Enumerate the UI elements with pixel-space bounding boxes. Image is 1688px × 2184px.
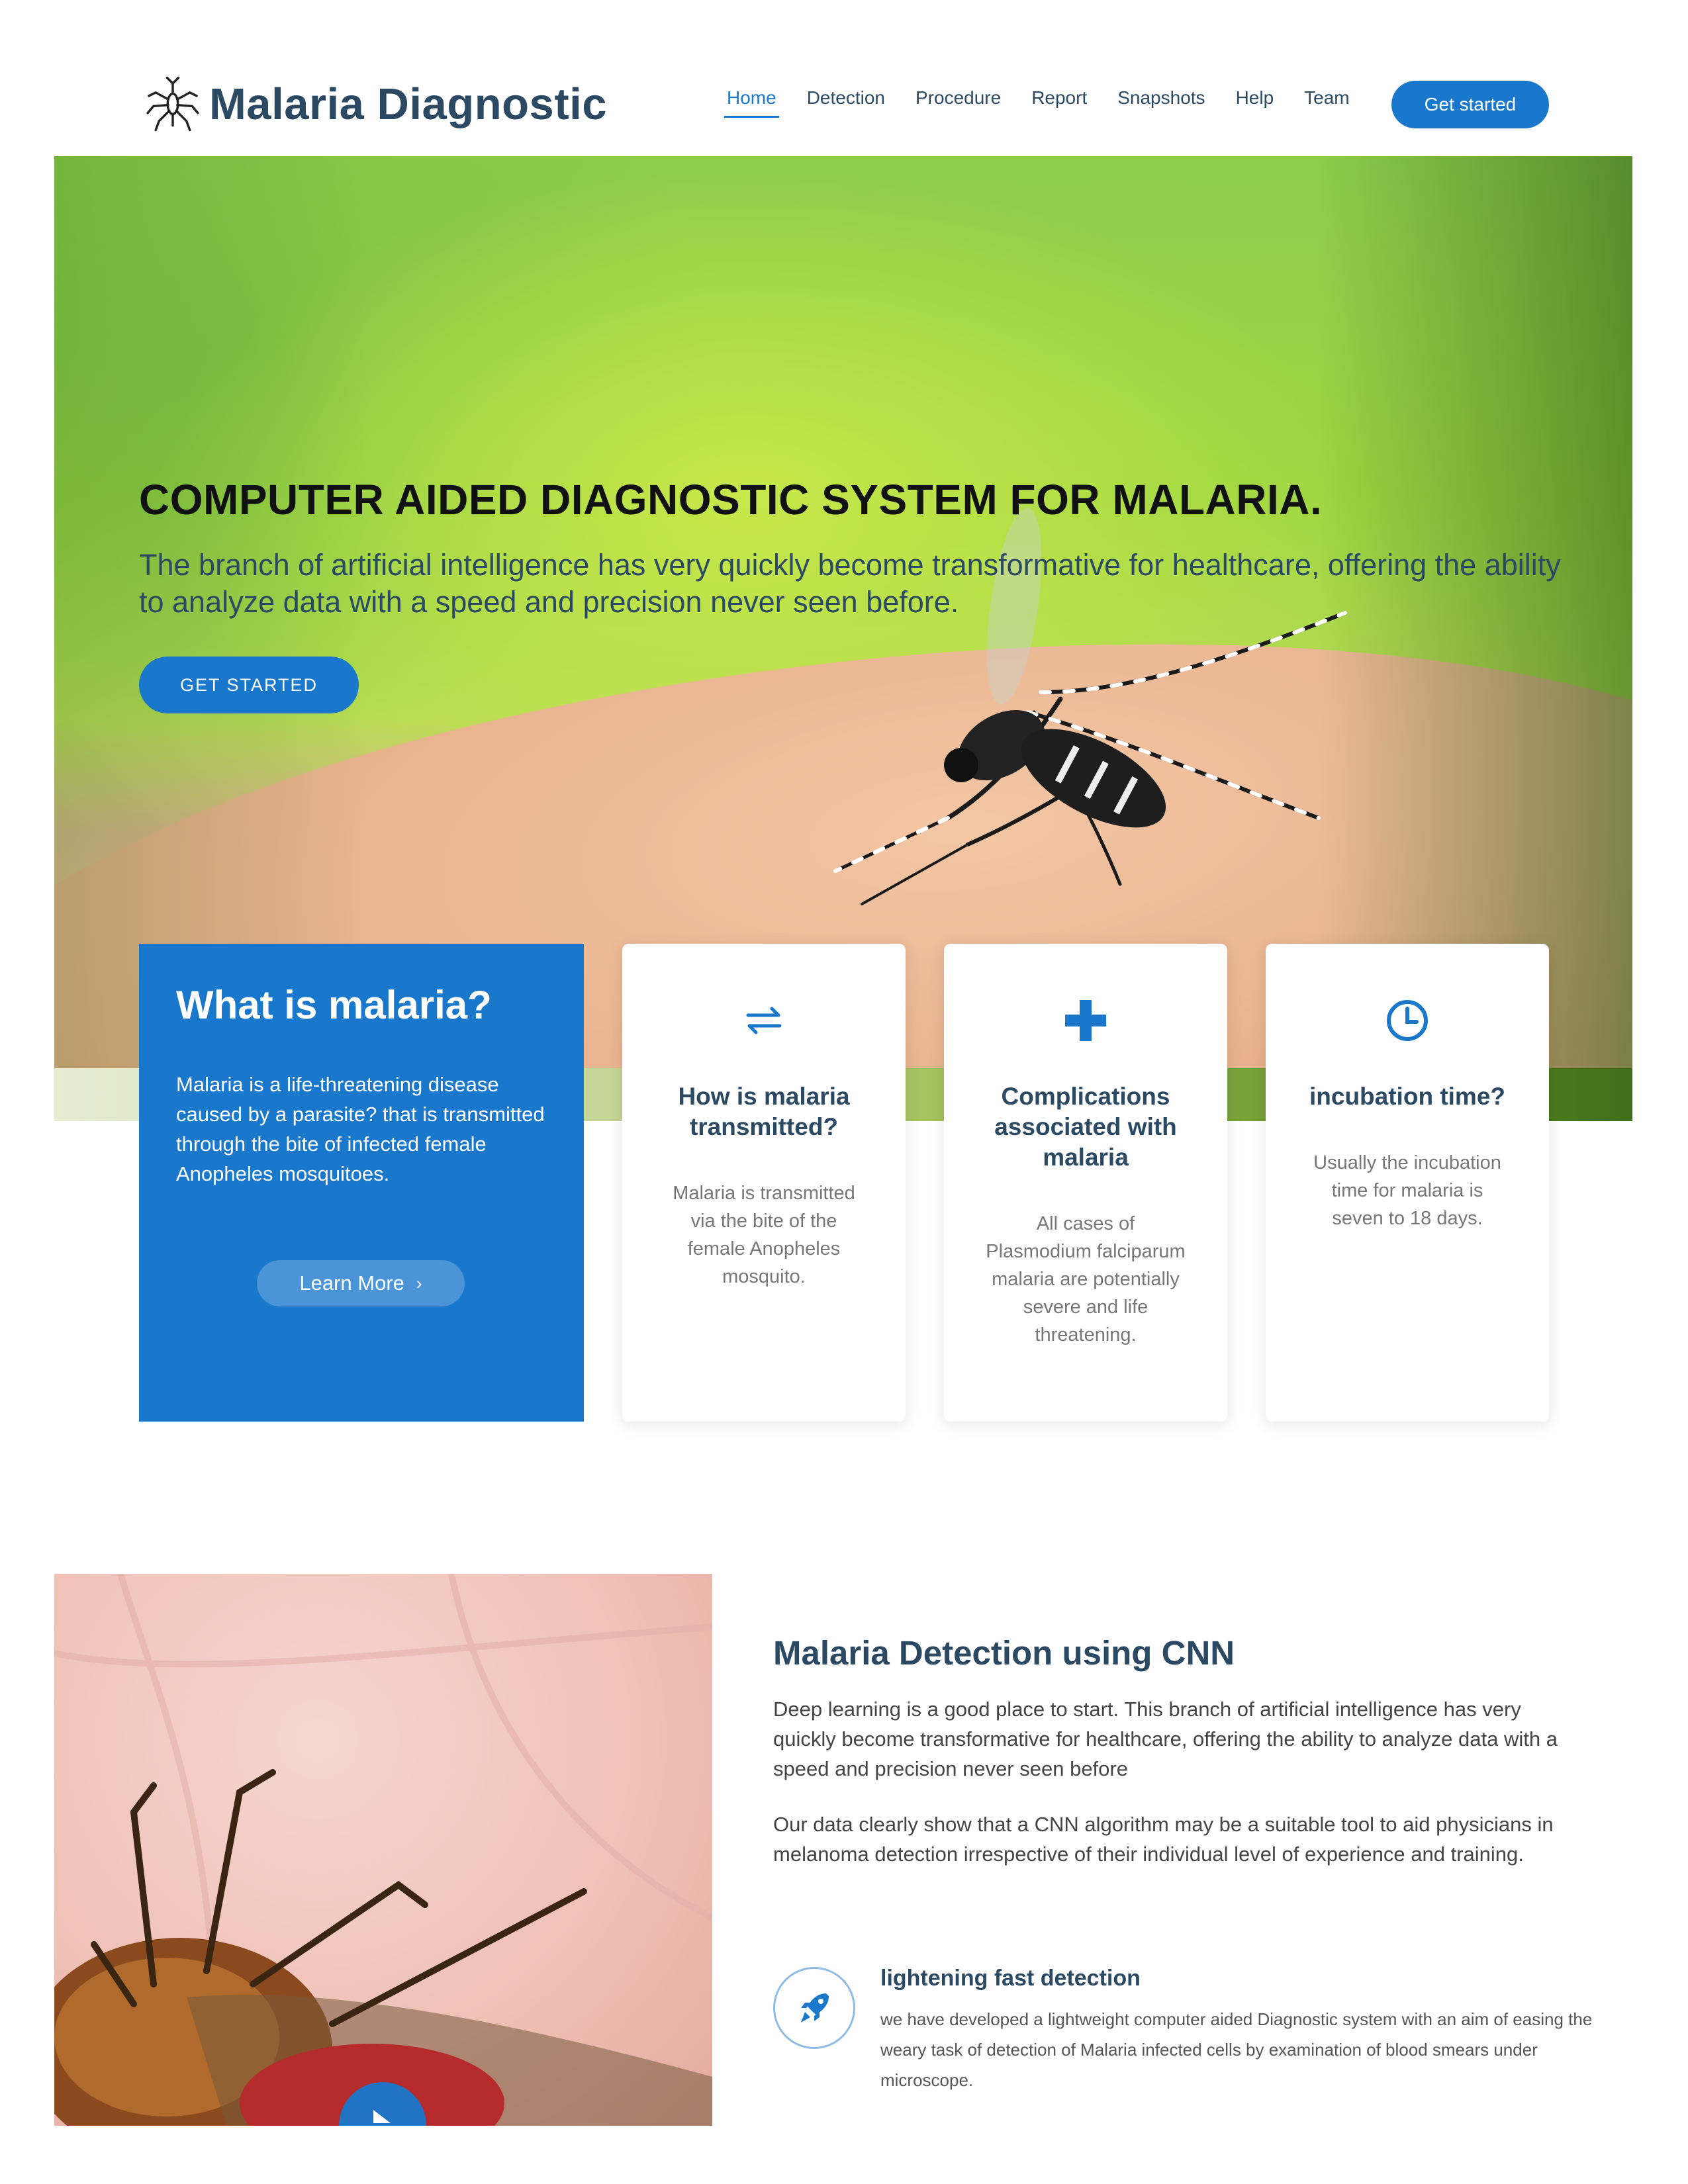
mosquito-closeup-image — [54, 1574, 712, 2126]
card-title: Complications associated with malaria — [994, 1083, 1177, 1171]
mosquito-logo-icon — [146, 76, 199, 132]
about-title: Malaria Detection using CNN — [773, 1634, 1235, 1672]
brand-logo[interactable]: Malaria Diagnostic — [144, 74, 607, 134]
transmission-card: How is malaria transmitted? Malaria is t… — [622, 944, 906, 1422]
play-icon[interactable] — [371, 2109, 395, 2126]
nav-detection[interactable]: Detection — [807, 87, 885, 118]
about-mosquito-image — [54, 1574, 712, 2126]
nav-team[interactable]: Team — [1304, 87, 1349, 118]
nav-help[interactable]: Help — [1236, 87, 1274, 118]
nav-snapshots[interactable]: Snapshots — [1117, 87, 1205, 118]
card-text: Malaria is transmitted via the bite of t… — [673, 1183, 855, 1287]
card-title: How is malaria transmitted? — [678, 1083, 850, 1140]
card-title: What is malaria? — [176, 983, 492, 1027]
rocket-icon — [773, 1967, 855, 2049]
plus-icon — [944, 994, 1227, 1047]
nav-procedure[interactable]: Procedure — [915, 87, 1001, 118]
brand-name: Malaria Diagnostic — [209, 79, 608, 129]
nav-report[interactable]: Report — [1031, 87, 1087, 118]
chevron-right-icon: › — [416, 1273, 422, 1293]
mosquito-hero-image — [833, 508, 1347, 905]
incubation-card: incubation time? Usually the incubation … — [1266, 944, 1549, 1422]
get-started-nav-button[interactable]: Get started — [1391, 81, 1549, 128]
feature-title: lightening fast detection — [880, 1966, 1141, 1991]
main-nav: Home Detection Procedure Report Snapshot… — [724, 87, 1380, 118]
arrows-exchange-icon — [622, 994, 906, 1047]
hero-subtitle: The branch of artificial intelligence ha… — [139, 548, 1561, 619]
learn-more-label: Learn More — [299, 1271, 404, 1295]
card-text: Usually the incubation time for malaria … — [1313, 1152, 1501, 1229]
what-is-malaria-card: What is malaria? Malaria is a life-threa… — [139, 944, 584, 1422]
get-started-hero-button[interactable]: GET STARTED — [139, 657, 359, 713]
card-text: Malaria is a life-threatening disease ca… — [176, 1073, 545, 1185]
nav-home[interactable]: Home — [724, 87, 779, 118]
feature-description: we have developed a lightweight computer… — [880, 2009, 1593, 2090]
about-paragraph-2: Our data clearly show that a CNN algorit… — [773, 1813, 1554, 1866]
hero-title: COMPUTER AIDED DIAGNOSTIC SYSTEM FOR MAL… — [139, 476, 1323, 523]
card-title: incubation time? — [1309, 1083, 1505, 1110]
card-text: All cases of Plasmodium falciparum malar… — [986, 1213, 1186, 1345]
learn-more-button[interactable]: Learn More › — [257, 1260, 465, 1306]
about-paragraph-1: Deep learning is a good place to start. … — [773, 1698, 1558, 1780]
clock-icon — [1266, 994, 1549, 1047]
complications-card: Complications associated with malaria Al… — [944, 944, 1227, 1422]
